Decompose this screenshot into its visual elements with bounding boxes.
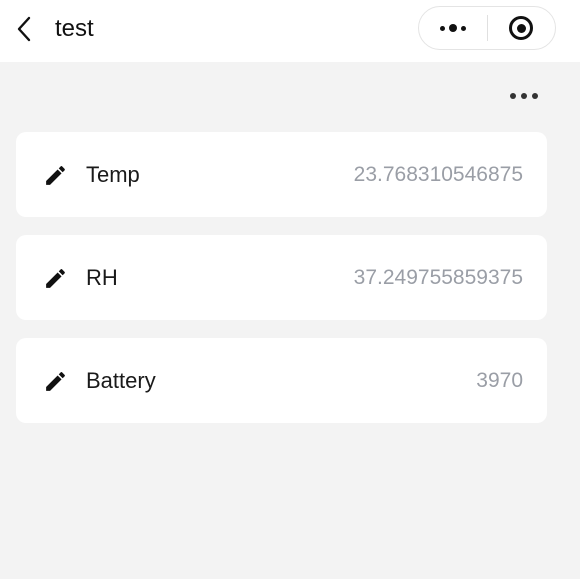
data-item-card[interactable]: Temp 23.768310546875 — [16, 132, 547, 217]
page-title: test — [55, 15, 94, 42]
capsule-menu — [418, 6, 556, 50]
capsule-more-button[interactable] — [419, 7, 487, 49]
back-button[interactable] — [10, 14, 38, 44]
item-label: RH — [86, 265, 118, 290]
pencil-edit-icon[interactable] — [43, 163, 68, 188]
item-label: Temp — [86, 162, 140, 187]
ellipsis-icon — [510, 93, 516, 99]
more-options-button[interactable] — [506, 84, 542, 108]
pencil-edit-icon[interactable] — [43, 266, 68, 291]
pencil-edit-icon[interactable] — [43, 369, 68, 394]
item-label: Battery — [86, 368, 156, 393]
target-circle-icon — [509, 16, 534, 40]
more-dots-icon — [439, 24, 466, 32]
nav-header: test — [0, 0, 580, 62]
data-item-card[interactable]: Battery 3970 — [16, 338, 547, 423]
data-item-card[interactable]: RH 37.249755859375 — [16, 235, 547, 320]
item-value: 3970 — [476, 369, 523, 392]
capsule-close-button[interactable] — [488, 7, 556, 49]
item-value: 23.768310546875 — [353, 163, 523, 186]
chevron-left-icon — [17, 16, 31, 42]
item-value: 37.249755859375 — [353, 266, 523, 289]
